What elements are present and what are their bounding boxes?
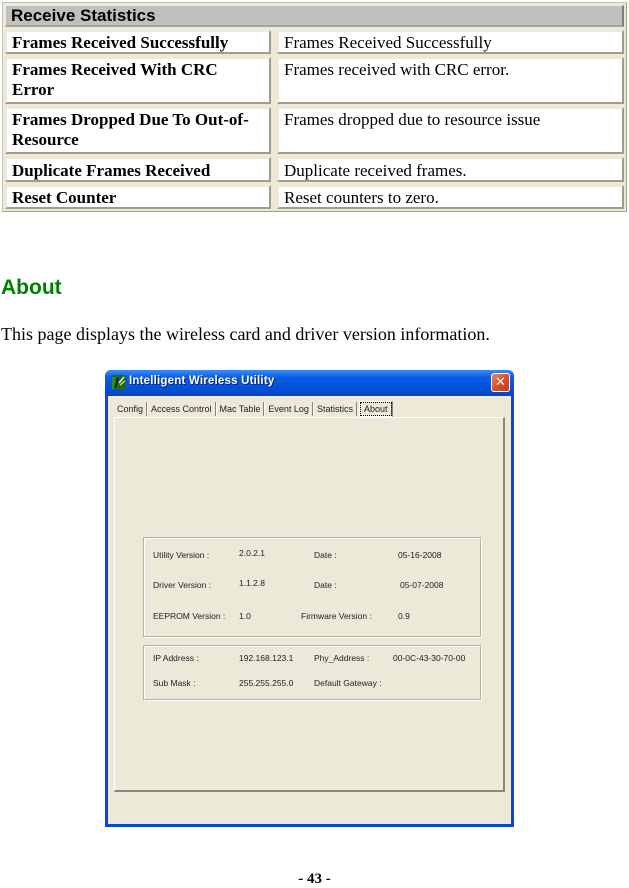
row-name: Frames Received Successfully [5, 30, 271, 54]
firmware-version-label: Firmware Version : [301, 611, 372, 621]
driver-version-value: 1.1.2.8 [239, 578, 265, 588]
row-description: Frames dropped due to resource issue [277, 107, 624, 154]
table-row: Duplicate Frames Received Duplicate rece… [5, 157, 624, 182]
row-description: Frames Received Successfully [277, 30, 624, 54]
close-icon: ✕ [495, 375, 506, 390]
eeprom-version-label: EEPROM Version : [153, 611, 226, 621]
row-description: Frames received with CRC error. [277, 57, 624, 104]
eeprom-version-value: 1.0 [239, 611, 251, 621]
sub-mask-value: 255.255.255.0 [239, 678, 294, 688]
utility-date-value: 05-16-2008 [398, 550, 442, 560]
network-info-group: IP Address : 192.168.123.1 Phy_Address :… [143, 645, 481, 700]
tab-mac-table[interactable]: Mac Table [215, 402, 265, 416]
driver-date-label: Date : [314, 580, 337, 590]
firmware-version-value: 0.9 [398, 611, 410, 621]
window-client-area: Config Access Control Mac Table Event Lo… [108, 396, 511, 824]
utility-version-label: Utility Version : [153, 550, 210, 560]
phy-address-value: 00-0C-43-30-70-00 [393, 653, 466, 663]
tab-statistics[interactable]: Statistics [312, 402, 357, 416]
driver-date-value: 05-07-2008 [400, 580, 444, 590]
tab-about[interactable]: About [358, 401, 394, 417]
title-bar[interactable]: Intelligent Wireless Utility ✕ [105, 370, 514, 396]
section-description: This page displays the wireless card and… [1, 324, 490, 344]
utility-version-value: 2.0.2.1 [239, 548, 265, 558]
table-row: Reset Counter Reset counters to zero. [5, 185, 624, 209]
sub-mask-label: Sub Mask : [153, 678, 196, 688]
receive-statistics-table: Receive Statistics Frames Received Succe… [2, 2, 627, 212]
about-tab-panel: Utility Version : 2.0.2.1 Date : 05-16-2… [114, 417, 505, 792]
table-row: Frames Received Successfully Frames Rece… [5, 30, 624, 54]
tab-config[interactable]: Config [114, 402, 148, 416]
utility-window: Intelligent Wireless Utility ✕ Config Ac… [105, 370, 514, 827]
close-button[interactable]: ✕ [491, 373, 510, 392]
row-description: Duplicate received frames. [277, 157, 624, 182]
page-number: - 43 - [298, 871, 331, 887]
row-description: Reset counters to zero. [277, 185, 624, 209]
version-info-group: Utility Version : 2.0.2.1 Date : 05-16-2… [143, 537, 481, 637]
table-header: Receive Statistics [5, 5, 624, 27]
table-row: Frames Dropped Due To Out-of-Resource Fr… [5, 107, 624, 154]
window-title: Intelligent Wireless Utility [129, 375, 275, 387]
wireless-utility-icon [111, 375, 126, 390]
row-name: Reset Counter [5, 185, 271, 209]
row-name: Frames Received With CRC Error [5, 57, 271, 104]
phy-address-label: Phy_Address : [314, 653, 370, 663]
tab-strip: Config Access Control Mac Table Event Lo… [114, 401, 394, 417]
utility-date-label: Date : [314, 550, 337, 560]
driver-version-label: Driver Version : [153, 580, 212, 590]
ip-address-label: IP Address : [153, 653, 199, 663]
tab-event-log[interactable]: Event Log [264, 402, 313, 416]
row-name: Frames Dropped Due To Out-of-Resource [5, 107, 271, 154]
default-gateway-label: Default Gateway : [314, 678, 382, 688]
row-name: Duplicate Frames Received [5, 157, 271, 182]
tab-access-control[interactable]: Access Control [147, 402, 216, 416]
table-row: Frames Received With CRC Error Frames re… [5, 57, 624, 104]
section-heading-about: About [1, 276, 62, 299]
ip-address-value: 192.168.123.1 [239, 653, 294, 663]
